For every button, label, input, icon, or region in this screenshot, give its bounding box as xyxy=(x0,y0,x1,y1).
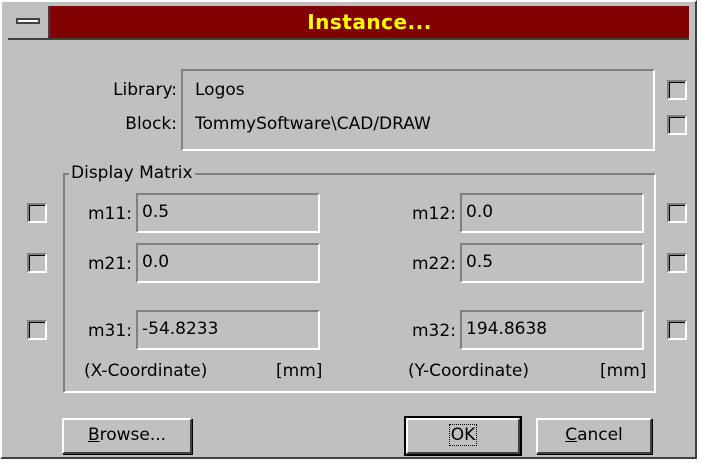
m22-checkbox[interactable] xyxy=(667,253,687,273)
m21-label: m21: xyxy=(88,254,132,274)
y-coordinate-note: (Y-Coordinate) xyxy=(408,361,529,381)
m12-field[interactable]: 0.0 xyxy=(460,193,644,233)
x-coordinate-note: (X-Coordinate) xyxy=(84,361,208,381)
instance-dialog: Instance... Library: Logos Block: TommyS… xyxy=(0,0,697,459)
m11-label: m11: xyxy=(88,204,132,224)
ok-button[interactable]: OK xyxy=(404,416,522,456)
m32-field[interactable]: 194.8638 xyxy=(460,310,644,350)
m11-checkbox[interactable] xyxy=(27,203,47,223)
m21-field[interactable]: 0.0 xyxy=(136,243,320,283)
system-menu-icon xyxy=(16,18,40,24)
browse-button[interactable]: Browse... xyxy=(62,418,192,454)
m22-label: m22: xyxy=(412,254,456,274)
x-unit-label: [mm] xyxy=(276,361,323,381)
cancel-button[interactable]: Cancel xyxy=(536,418,652,454)
m12-checkbox[interactable] xyxy=(667,203,687,223)
browse-mnemonic: B xyxy=(87,425,100,445)
ok-label: OK xyxy=(448,424,478,446)
m12-label: m12: xyxy=(412,204,456,224)
m11-field[interactable]: 0.5 xyxy=(136,193,320,233)
m31-field[interactable]: -54.8233 xyxy=(136,310,320,350)
block-value: TommySoftware\CAD/DRAW xyxy=(195,114,431,134)
m21-checkbox[interactable] xyxy=(27,253,47,273)
library-label: Library: xyxy=(113,80,177,100)
cancel-label: ancel xyxy=(577,425,623,445)
y-unit-label: [mm] xyxy=(600,361,647,381)
m31-label: m31: xyxy=(88,321,132,341)
m22-field[interactable]: 0.5 xyxy=(460,243,644,283)
browse-label: rowse... xyxy=(99,425,167,445)
cancel-mnemonic: C xyxy=(565,425,578,445)
block-label: Block: xyxy=(125,114,177,134)
block-checkbox[interactable] xyxy=(667,115,687,135)
system-menu-button[interactable] xyxy=(8,6,50,38)
library-info-panel xyxy=(181,69,655,151)
m31-checkbox[interactable] xyxy=(27,320,47,340)
title-bar[interactable]: Instance... xyxy=(8,6,689,40)
window-title: Instance... xyxy=(307,10,432,34)
library-checkbox[interactable] xyxy=(667,80,687,100)
display-matrix-label: Display Matrix xyxy=(69,162,195,184)
m32-label: m32: xyxy=(412,321,456,341)
library-value: Logos xyxy=(195,80,245,100)
m32-checkbox[interactable] xyxy=(667,320,687,340)
